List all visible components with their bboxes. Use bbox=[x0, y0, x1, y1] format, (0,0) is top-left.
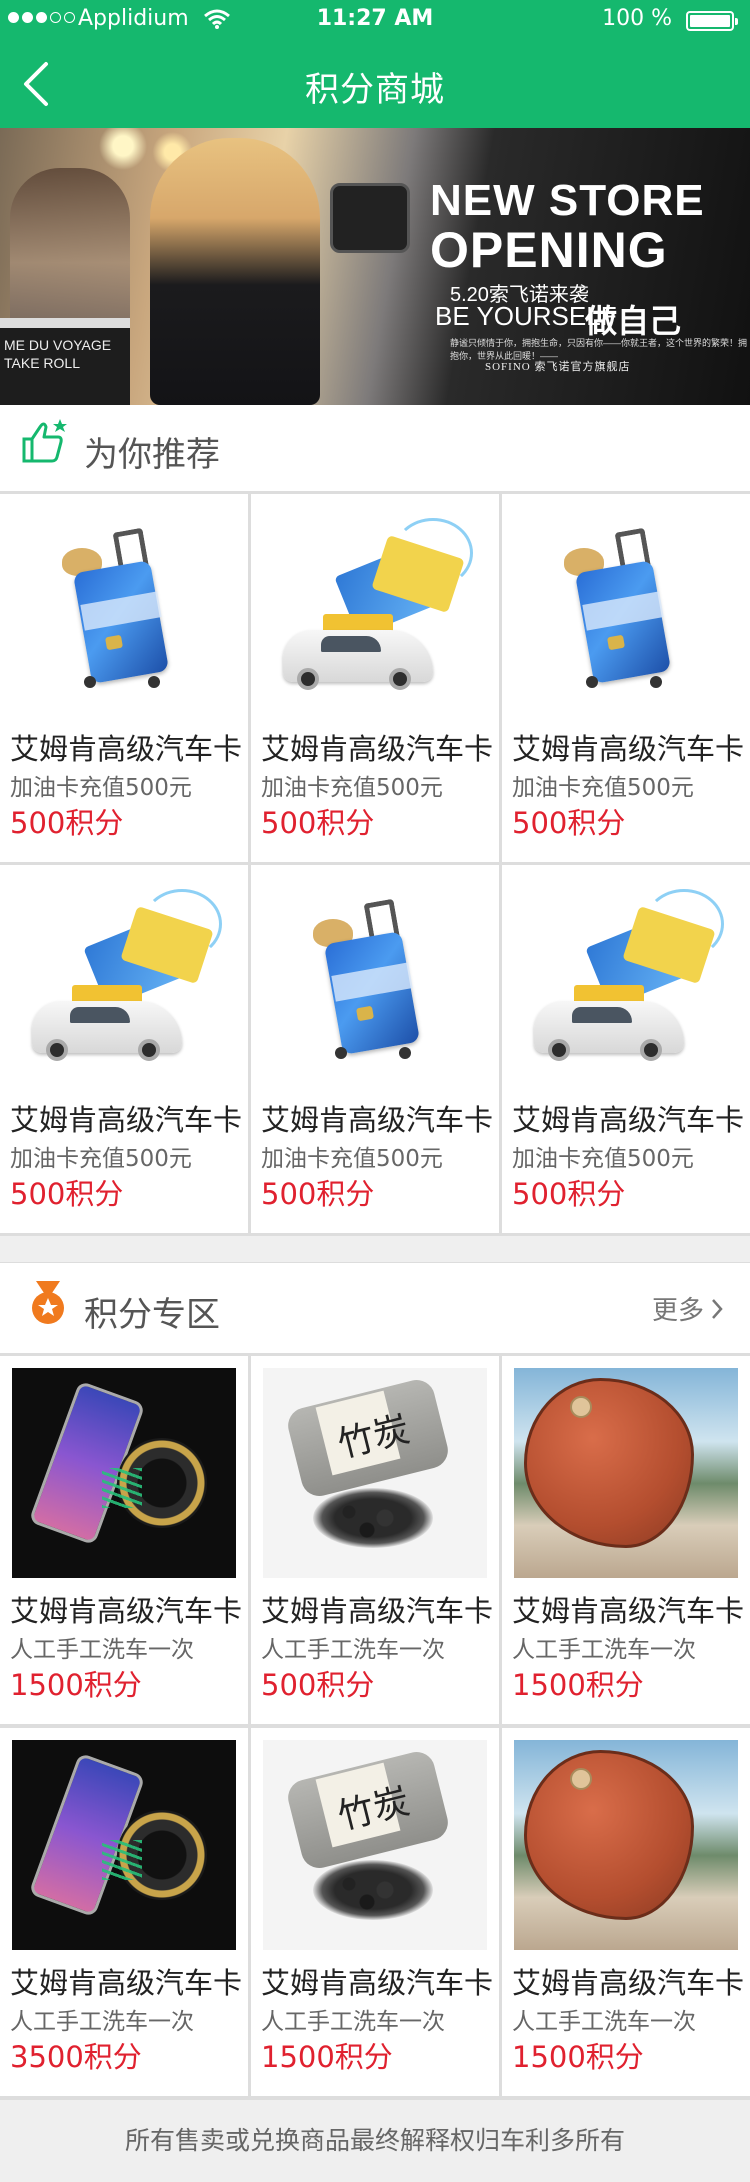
phone-holder-image bbox=[12, 1368, 236, 1578]
car-gas-card-image bbox=[32, 889, 222, 1074]
product-price: 500积分 bbox=[261, 1177, 375, 1211]
zone-grid: 艾姆肯高级汽车卡 人工手工洗车一次 1500积分 竹炭 艾姆肯高级汽车卡 人工手工洗车一次… bbox=[0, 1353, 750, 2100]
banner-line2: OPENING bbox=[430, 222, 668, 278]
product-image bbox=[12, 1740, 236, 1950]
zone-header: 积分专区 更多 bbox=[0, 1262, 750, 1354]
product-desc: 加油卡充值500元 bbox=[261, 775, 443, 801]
product-card[interactable]: 艾姆肯高级汽车卡加油卡充值500元 500积分 bbox=[502, 865, 750, 1233]
more-label: 更多 bbox=[651, 1296, 704, 1326]
product-image bbox=[514, 1740, 738, 1950]
charcoal-bag-image: 竹炭 bbox=[263, 1740, 487, 1950]
recommend-grid: 艾姆肯高级汽车卡 加油卡充值500元 500积分 艾姆肯高级汽车卡 加油卡充值500元 5… bbox=[0, 491, 750, 1236]
product-price: 1500积分 bbox=[512, 2040, 644, 2074]
product-image: 竹炭 bbox=[263, 1740, 487, 1950]
product-card[interactable]: 艾姆肯高级汽车卡加油卡充值500元 500积分 bbox=[0, 494, 248, 862]
product-desc: 人工手工洗车一次 bbox=[10, 2009, 194, 2035]
product-price: 500积分 bbox=[261, 1668, 375, 1702]
product-name: 艾姆肯高级汽车卡 bbox=[10, 1966, 243, 2000]
battery-icon bbox=[686, 11, 738, 31]
product-desc: 加油卡充值500元 bbox=[10, 1146, 192, 1172]
product-price: 500积分 bbox=[261, 806, 375, 840]
product-image bbox=[12, 877, 236, 1087]
product-card[interactable]: 艾姆肯高级汽车卡加油卡充值500元 500积分 bbox=[251, 865, 499, 1233]
charcoal-bag-image: 竹炭 bbox=[263, 1368, 487, 1578]
product-image bbox=[263, 506, 487, 716]
product-desc: 人工手工洗车一次 bbox=[512, 2009, 696, 2035]
product-price: 500积分 bbox=[512, 806, 626, 840]
product-name: 艾姆肯高级汽车卡 bbox=[10, 1594, 243, 1628]
product-name: 艾姆肯高级汽车卡 bbox=[261, 732, 494, 766]
banner-brand: SOFINO 索飞诺官方旗舰店 bbox=[485, 361, 631, 373]
product-price: 500积分 bbox=[10, 1177, 124, 1211]
banner-model-woman bbox=[150, 138, 320, 405]
product-desc: 加油卡充值500元 bbox=[10, 775, 192, 801]
car-gas-card-image bbox=[534, 889, 724, 1074]
product-name: 艾姆肯高级汽车卡 bbox=[261, 1966, 494, 2000]
product-name: 艾姆肯高级汽车卡 bbox=[512, 732, 745, 766]
product-desc: 人工手工洗车一次 bbox=[261, 2009, 445, 2035]
product-image bbox=[514, 1368, 738, 1578]
suitcase-card-image bbox=[564, 526, 688, 696]
product-price: 1500积分 bbox=[261, 2040, 393, 2074]
product-desc: 人工手工洗车一次 bbox=[261, 1637, 445, 1663]
product-price: 3500积分 bbox=[10, 2040, 142, 2074]
product-image bbox=[514, 506, 738, 716]
product-name: 艾姆肯高级汽车卡 bbox=[10, 732, 243, 766]
product-price: 1500积分 bbox=[10, 1668, 142, 1702]
product-price: 500积分 bbox=[512, 1177, 626, 1211]
product-card[interactable]: 艾姆肯高级汽车卡人工手工洗车一次 1500积分 bbox=[502, 1356, 750, 1724]
product-card[interactable]: 艾姆肯高级汽车卡人工手工洗车一次 1500积分 bbox=[502, 1728, 750, 2096]
product-image bbox=[12, 506, 236, 716]
suitcase-card-image bbox=[62, 526, 186, 696]
product-image bbox=[12, 1368, 236, 1578]
product-desc: 加油卡充值500元 bbox=[261, 1146, 443, 1172]
product-card[interactable]: 竹炭艾姆肯高级汽车卡人工手工洗车一次 500积分 bbox=[251, 1356, 499, 1724]
neck-pillow-image bbox=[514, 1740, 738, 1950]
promo-banner[interactable]: ME DU VOYAGE TAKE ROLL NEW STORE OPENING … bbox=[0, 128, 750, 405]
product-desc: 加油卡充值500元 bbox=[512, 775, 694, 801]
product-price: 500积分 bbox=[10, 806, 124, 840]
product-card[interactable]: 艾姆肯高级汽车卡加油卡充值500元 500积分 bbox=[0, 865, 248, 1233]
product-desc: 人工手工洗车一次 bbox=[10, 1637, 194, 1663]
recommend-header: 为你推荐 bbox=[0, 405, 750, 492]
car-gas-card-image bbox=[283, 518, 473, 703]
thumbs-up-icon bbox=[22, 419, 67, 463]
product-card[interactable]: 竹炭艾姆肯高级汽车卡人工手工洗车一次 1500积分 bbox=[251, 1728, 499, 2096]
header: Applidium 11:27 AM 100 % 积分商城 bbox=[0, 0, 750, 128]
status-bar: Applidium 11:27 AM 100 % bbox=[0, 0, 750, 40]
neck-pillow-image bbox=[514, 1368, 738, 1578]
product-price: 1500积分 bbox=[512, 1668, 644, 1702]
suitcase-card-image bbox=[313, 897, 437, 1067]
camera-prop bbox=[330, 183, 410, 253]
product-card[interactable]: 艾姆肯高级汽车卡人工手工洗车一次 3500积分 bbox=[0, 1728, 248, 2096]
banner-line1: NEW STORE bbox=[430, 176, 705, 225]
page-title: 积分商城 bbox=[305, 70, 445, 110]
disclaimer-footer: 所有售卖或兑换商品最终解释权归车利多所有 bbox=[0, 2100, 750, 2182]
product-desc: 人工手工洗车一次 bbox=[512, 1637, 696, 1663]
recommend-title: 为你推荐 bbox=[84, 435, 220, 475]
product-name: 艾姆肯高级汽车卡 bbox=[261, 1103, 494, 1137]
product-card[interactable]: 艾姆肯高级汽车卡人工手工洗车一次 1500积分 bbox=[0, 1356, 248, 1724]
product-name: 艾姆肯高级汽车卡 bbox=[10, 1103, 243, 1137]
battery-percent: 100 % bbox=[602, 6, 672, 31]
product-image bbox=[263, 877, 487, 1087]
product-card[interactable]: 艾姆肯高级汽车卡加油卡充值500元 500积分 bbox=[251, 494, 499, 862]
zone-title: 积分专区 bbox=[84, 1295, 220, 1335]
medal-icon bbox=[32, 1281, 64, 1324]
product-name: 艾姆肯高级汽车卡 bbox=[512, 1103, 745, 1137]
chevron-right-icon bbox=[712, 1298, 723, 1319]
product-card[interactable]: 艾姆肯高级汽车卡加油卡充值500元 500积分 bbox=[502, 494, 750, 862]
phone-holder-image bbox=[12, 1740, 236, 1950]
product-image: 竹炭 bbox=[263, 1368, 487, 1578]
clapperboard: ME DU VOYAGE TAKE ROLL bbox=[0, 318, 130, 405]
product-name: 艾姆肯高级汽车卡 bbox=[512, 1966, 745, 2000]
more-link[interactable]: 更多 bbox=[652, 1290, 724, 1327]
product-name: 艾姆肯高级汽车卡 bbox=[512, 1594, 745, 1628]
product-image bbox=[514, 877, 738, 1087]
product-desc: 加油卡充值500元 bbox=[512, 1146, 694, 1172]
product-name: 艾姆肯高级汽车卡 bbox=[261, 1594, 494, 1628]
